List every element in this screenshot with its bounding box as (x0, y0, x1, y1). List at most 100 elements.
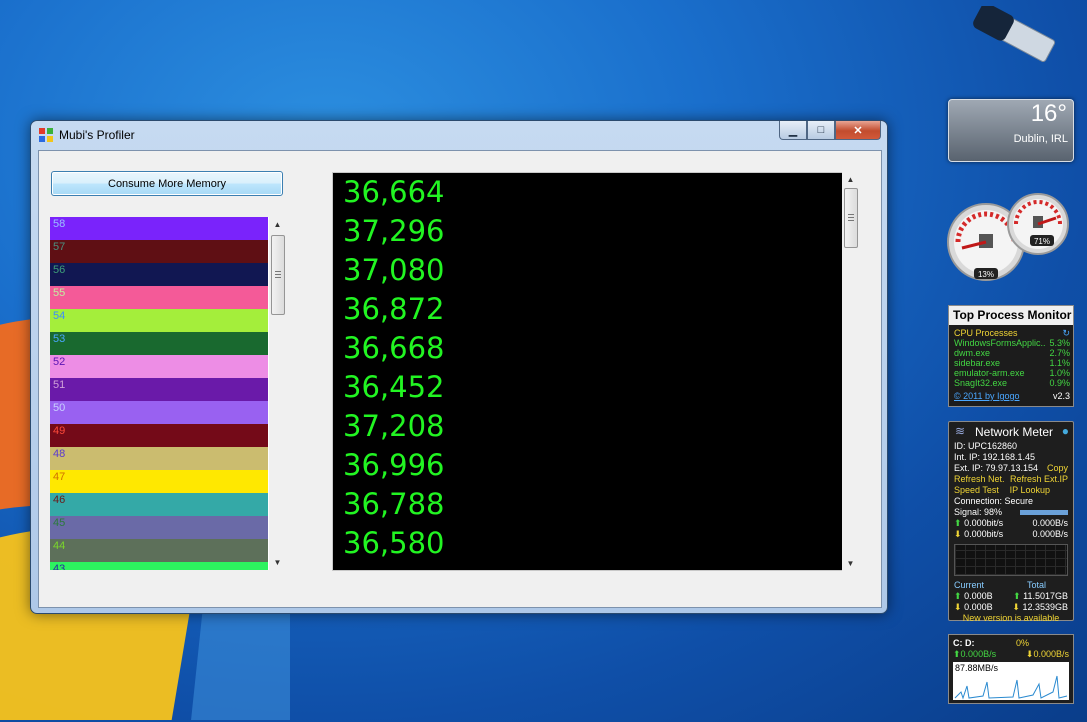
console-scroll-up-icon[interactable]: ▲ (842, 172, 859, 187)
process-name: dwm.exe (954, 348, 991, 358)
process-cpu: 2.7% (1049, 348, 1070, 358)
memory-reading: 37,080 (343, 253, 445, 287)
color-swatch-item[interactable]: 44 (50, 539, 268, 562)
memory-console: 36,664 37,296 37,080 36,872 36,668 36,452 37,2… (332, 172, 843, 571)
color-swatch-item[interactable]: 47 (50, 470, 268, 493)
upload-arrow-icon: ⬆ (954, 518, 962, 528)
console-scroll-down-icon[interactable]: ▼ (842, 556, 859, 571)
title-bar[interactable]: Mubi's Profiler ▁ □ ✕ (31, 121, 887, 149)
weather-gadget[interactable]: 16° Dublin, IRL (948, 99, 1074, 162)
drive-read-rate: 0.000B/s (960, 649, 997, 659)
window-title: Mubi's Profiler (59, 128, 135, 142)
color-swatch-item[interactable]: 55 (50, 286, 268, 309)
current-label: Current (954, 580, 985, 590)
memory-reading: 36,996 (343, 448, 445, 482)
total-label: Total (1026, 580, 1046, 590)
color-swatch-item[interactable]: 46 (50, 493, 268, 516)
drive-activity-gadget[interactable]: C: D: 0% ⬆0.000B/s ⬇0.000B/s 87.88MB/s (948, 634, 1074, 704)
download-arrow-icon: ⬇ (954, 529, 962, 539)
speed-test-link[interactable]: Speed Test (954, 485, 999, 496)
close-button[interactable]: ✕ (835, 121, 881, 140)
tpm-section: CPU Processes (954, 328, 1018, 338)
color-swatch-item[interactable]: 56 (50, 263, 268, 286)
refresh-icon[interactable]: ↻ (1062, 328, 1070, 338)
console-scrollbar[interactable]: ▲ ▼ (842, 172, 859, 571)
process-name: SnagIt32.exe (954, 378, 1008, 388)
memory-percent: 71% (1034, 237, 1050, 246)
download-bit-rate: 0.000bit/s (964, 529, 1004, 539)
globe-icon: ● (1061, 424, 1069, 438)
total-up: 11.5017GB (1023, 591, 1068, 601)
color-swatch-item[interactable]: 45 (50, 516, 268, 539)
color-swatch-item[interactable]: 58 (50, 217, 268, 240)
signal-strength: Signal: 98% (954, 507, 1003, 517)
memory-reading: 37,208 (343, 409, 445, 443)
network-graph (954, 544, 1068, 576)
color-swatch-item[interactable]: 52 (50, 355, 268, 378)
upload-bit-rate: 0.000bit/s (964, 518, 1004, 528)
scroll-thumb[interactable] (271, 235, 285, 315)
network-meter-title: Network Meter (975, 425, 1054, 439)
maximize-icon: □ (817, 124, 825, 136)
maximize-button[interactable]: □ (807, 121, 835, 140)
color-swatch-item[interactable]: 51 (50, 378, 268, 401)
swatch-list-scrollbar[interactable]: ▲ ▼ (269, 217, 286, 570)
process-row: dwm.exe 2.7% (949, 348, 1073, 358)
process-cpu: 0.9% (1049, 378, 1070, 388)
color-swatch-list[interactable]: 58 57 56 55 54 53 52 51 50 49 48 47 46 45 44 43 ▲ ▼ (50, 217, 286, 570)
current-up: 0.000B (964, 591, 993, 601)
process-name: WindowsFormsApplic.. (954, 338, 1046, 348)
connection-status: Connection: Secure (954, 496, 1034, 506)
process-cpu: 5.3% (1049, 338, 1070, 348)
refresh-net-link[interactable]: Refresh Net. (954, 474, 1005, 485)
memory-reading: 36,788 (343, 487, 445, 521)
close-icon: ✕ (853, 124, 863, 137)
process-cpu: 1.1% (1049, 358, 1070, 368)
color-swatch-item[interactable]: 43 (50, 562, 268, 570)
network-id: ID: UPC162860 (954, 441, 1018, 451)
current-down: 0.000B (964, 602, 993, 612)
cpu-chip-icon (979, 234, 993, 248)
minimize-icon: ▁ (788, 124, 798, 137)
tpm-version: v2.3 (1052, 391, 1070, 401)
color-swatch-item[interactable]: 50 (50, 401, 268, 424)
wifi-icon: ≋ (955, 424, 966, 438)
color-swatch-item[interactable]: 48 (50, 447, 268, 470)
copy-link[interactable]: Copy (1047, 463, 1068, 474)
tpm-title: Top Process Monitor (949, 306, 1073, 325)
minimize-button[interactable]: ▁ (779, 121, 807, 140)
tpm-footer-link[interactable]: © 2011 by Igogo (954, 391, 1020, 401)
color-swatch-item[interactable]: 54 (50, 309, 268, 332)
memory-reading: 36,452 (343, 370, 445, 404)
drive-letters: C: D: (953, 638, 975, 648)
cpu-percent: 13% (978, 270, 994, 279)
color-swatch-item[interactable]: 53 (50, 332, 268, 355)
download-byte-rate: 0.000B/s (1032, 529, 1068, 539)
consume-memory-button[interactable]: Consume More Memory (51, 171, 283, 196)
cpu-meter-gadget[interactable]: 13% 71% (946, 192, 1076, 288)
network-int-ip: Int. IP: 192.168.1.45 (954, 452, 1036, 462)
memory-reading: 36,580 (343, 526, 445, 560)
memory-reading: 37,296 (343, 214, 445, 248)
new-version-notice[interactable]: New version is available (963, 613, 1060, 624)
profiler-window: Mubi's Profiler ▁ □ ✕ Consume More Memor… (30, 120, 888, 614)
color-swatch-item[interactable]: 49 (50, 424, 268, 447)
memory-reading: 36,668 (343, 331, 445, 365)
console-scroll-thumb[interactable] (844, 188, 858, 248)
scroll-down-arrow-icon[interactable]: ▼ (269, 555, 286, 570)
color-swatch-item[interactable]: 57 (50, 240, 268, 263)
scroll-up-arrow-icon[interactable]: ▲ (269, 217, 286, 232)
total-down: 12.3539GB (1022, 602, 1068, 612)
process-row: WindowsFormsApplic.. 5.3% (949, 338, 1073, 348)
ip-lookup-link[interactable]: IP Lookup (1010, 485, 1050, 496)
memory-reading: 36,872 (343, 292, 445, 326)
network-meter-gadget[interactable]: ≋ Network Meter ● ID: UPC162860 Int. IP:… (948, 421, 1074, 624)
upload-byte-rate: 0.000B/s (1032, 518, 1068, 528)
client-area: Consume More Memory 58 57 56 55 54 53 52 51 50 49… (38, 150, 882, 608)
memory-reading: 36,664 (343, 175, 445, 209)
drive-percent: 0% (1015, 638, 1029, 648)
top-process-monitor-gadget[interactable]: Top Process Monitor CPU Processes ↻ Wind… (948, 305, 1074, 407)
refresh-ext-link[interactable]: Refresh Ext.IP (1010, 474, 1068, 485)
usb-drive-icon[interactable] (970, 6, 1060, 72)
weather-city: Dublin, IRL (1013, 133, 1068, 145)
